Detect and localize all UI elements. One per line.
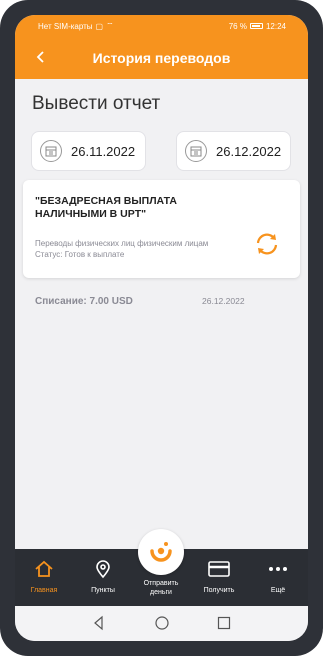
location-pin-icon [96,560,110,579]
back-arrow-icon[interactable] [33,49,49,65]
transfer-amount: Списание: 7.00 USD [35,296,133,307]
system-navigation [15,606,308,641]
nav-home-label: Главная [30,587,58,594]
app-header: История переводов [15,37,308,79]
more-dots-icon [269,567,287,571]
page-title: История переводов [92,50,231,66]
status-bar: Нет SIM-карты ▢ ⌔ 76 % 12:24 [15,15,308,37]
transfer-status: Статус: Готов к выплате [35,250,125,259]
wifi-icon: ⌔ [106,21,114,30]
calendar-icon [185,140,207,162]
nav-send-label[interactable]: Отправить деньги [132,579,190,597]
system-back-icon[interactable] [91,615,107,631]
nav-points[interactable]: Пункты [77,549,129,606]
date-to-picker[interactable]: 26.12.2022 [176,131,291,171]
nav-receive-label: Получить [203,587,235,594]
calendar-icon [40,140,62,162]
card-icon [208,561,230,577]
app-screen: Нет SIM-карты ▢ ⌔ 76 % 12:24 История пер… [15,15,308,641]
home-icon [35,560,53,577]
carrier-text: Нет SIM-карты [38,21,93,31]
refresh-icon[interactable] [254,231,280,257]
transfer-description: Переводы физических лиц физическим лицам [35,239,209,248]
battery-icon [249,23,263,29]
send-money-button[interactable] [138,529,184,575]
transfer-date: 26.12.2022 [202,296,245,306]
sim-icon: ▢ [95,21,104,31]
send-money-logo-icon [150,542,172,562]
date-to-value: 26.12.2022 [216,143,282,159]
nav-more[interactable]: Ещё [252,549,304,606]
nav-more-label: Ещё [270,587,286,594]
nav-receive[interactable]: Получить [193,549,245,606]
clock-text: 12:24 [265,21,286,31]
transfer-card[interactable]: "БЕЗАДРЕСНАЯ ВЫПЛАТА НАЛИЧНЫМИ В UPT" Пе… [23,180,300,278]
date-from-picker[interactable]: 26.11.2022 [31,131,146,171]
battery-text: 76 % [228,21,247,31]
nav-points-label: Пункты [91,587,115,594]
nav-home[interactable]: Главная [18,549,70,606]
system-recents-icon[interactable] [216,615,232,631]
transfer-details: Переводы физических лиц физическим лицам… [35,238,208,260]
date-from-value: 26.11.2022 [71,143,136,159]
phone-frame: Нет SIM-карты ▢ ⌔ 76 % 12:24 История пер… [0,0,323,656]
report-title: Вывести отчет [32,93,161,114]
system-home-icon[interactable] [154,615,170,631]
transfer-title: "БЕЗАДРЕСНАЯ ВЫПЛАТА НАЛИЧНЫМИ В UPT" [35,195,177,220]
